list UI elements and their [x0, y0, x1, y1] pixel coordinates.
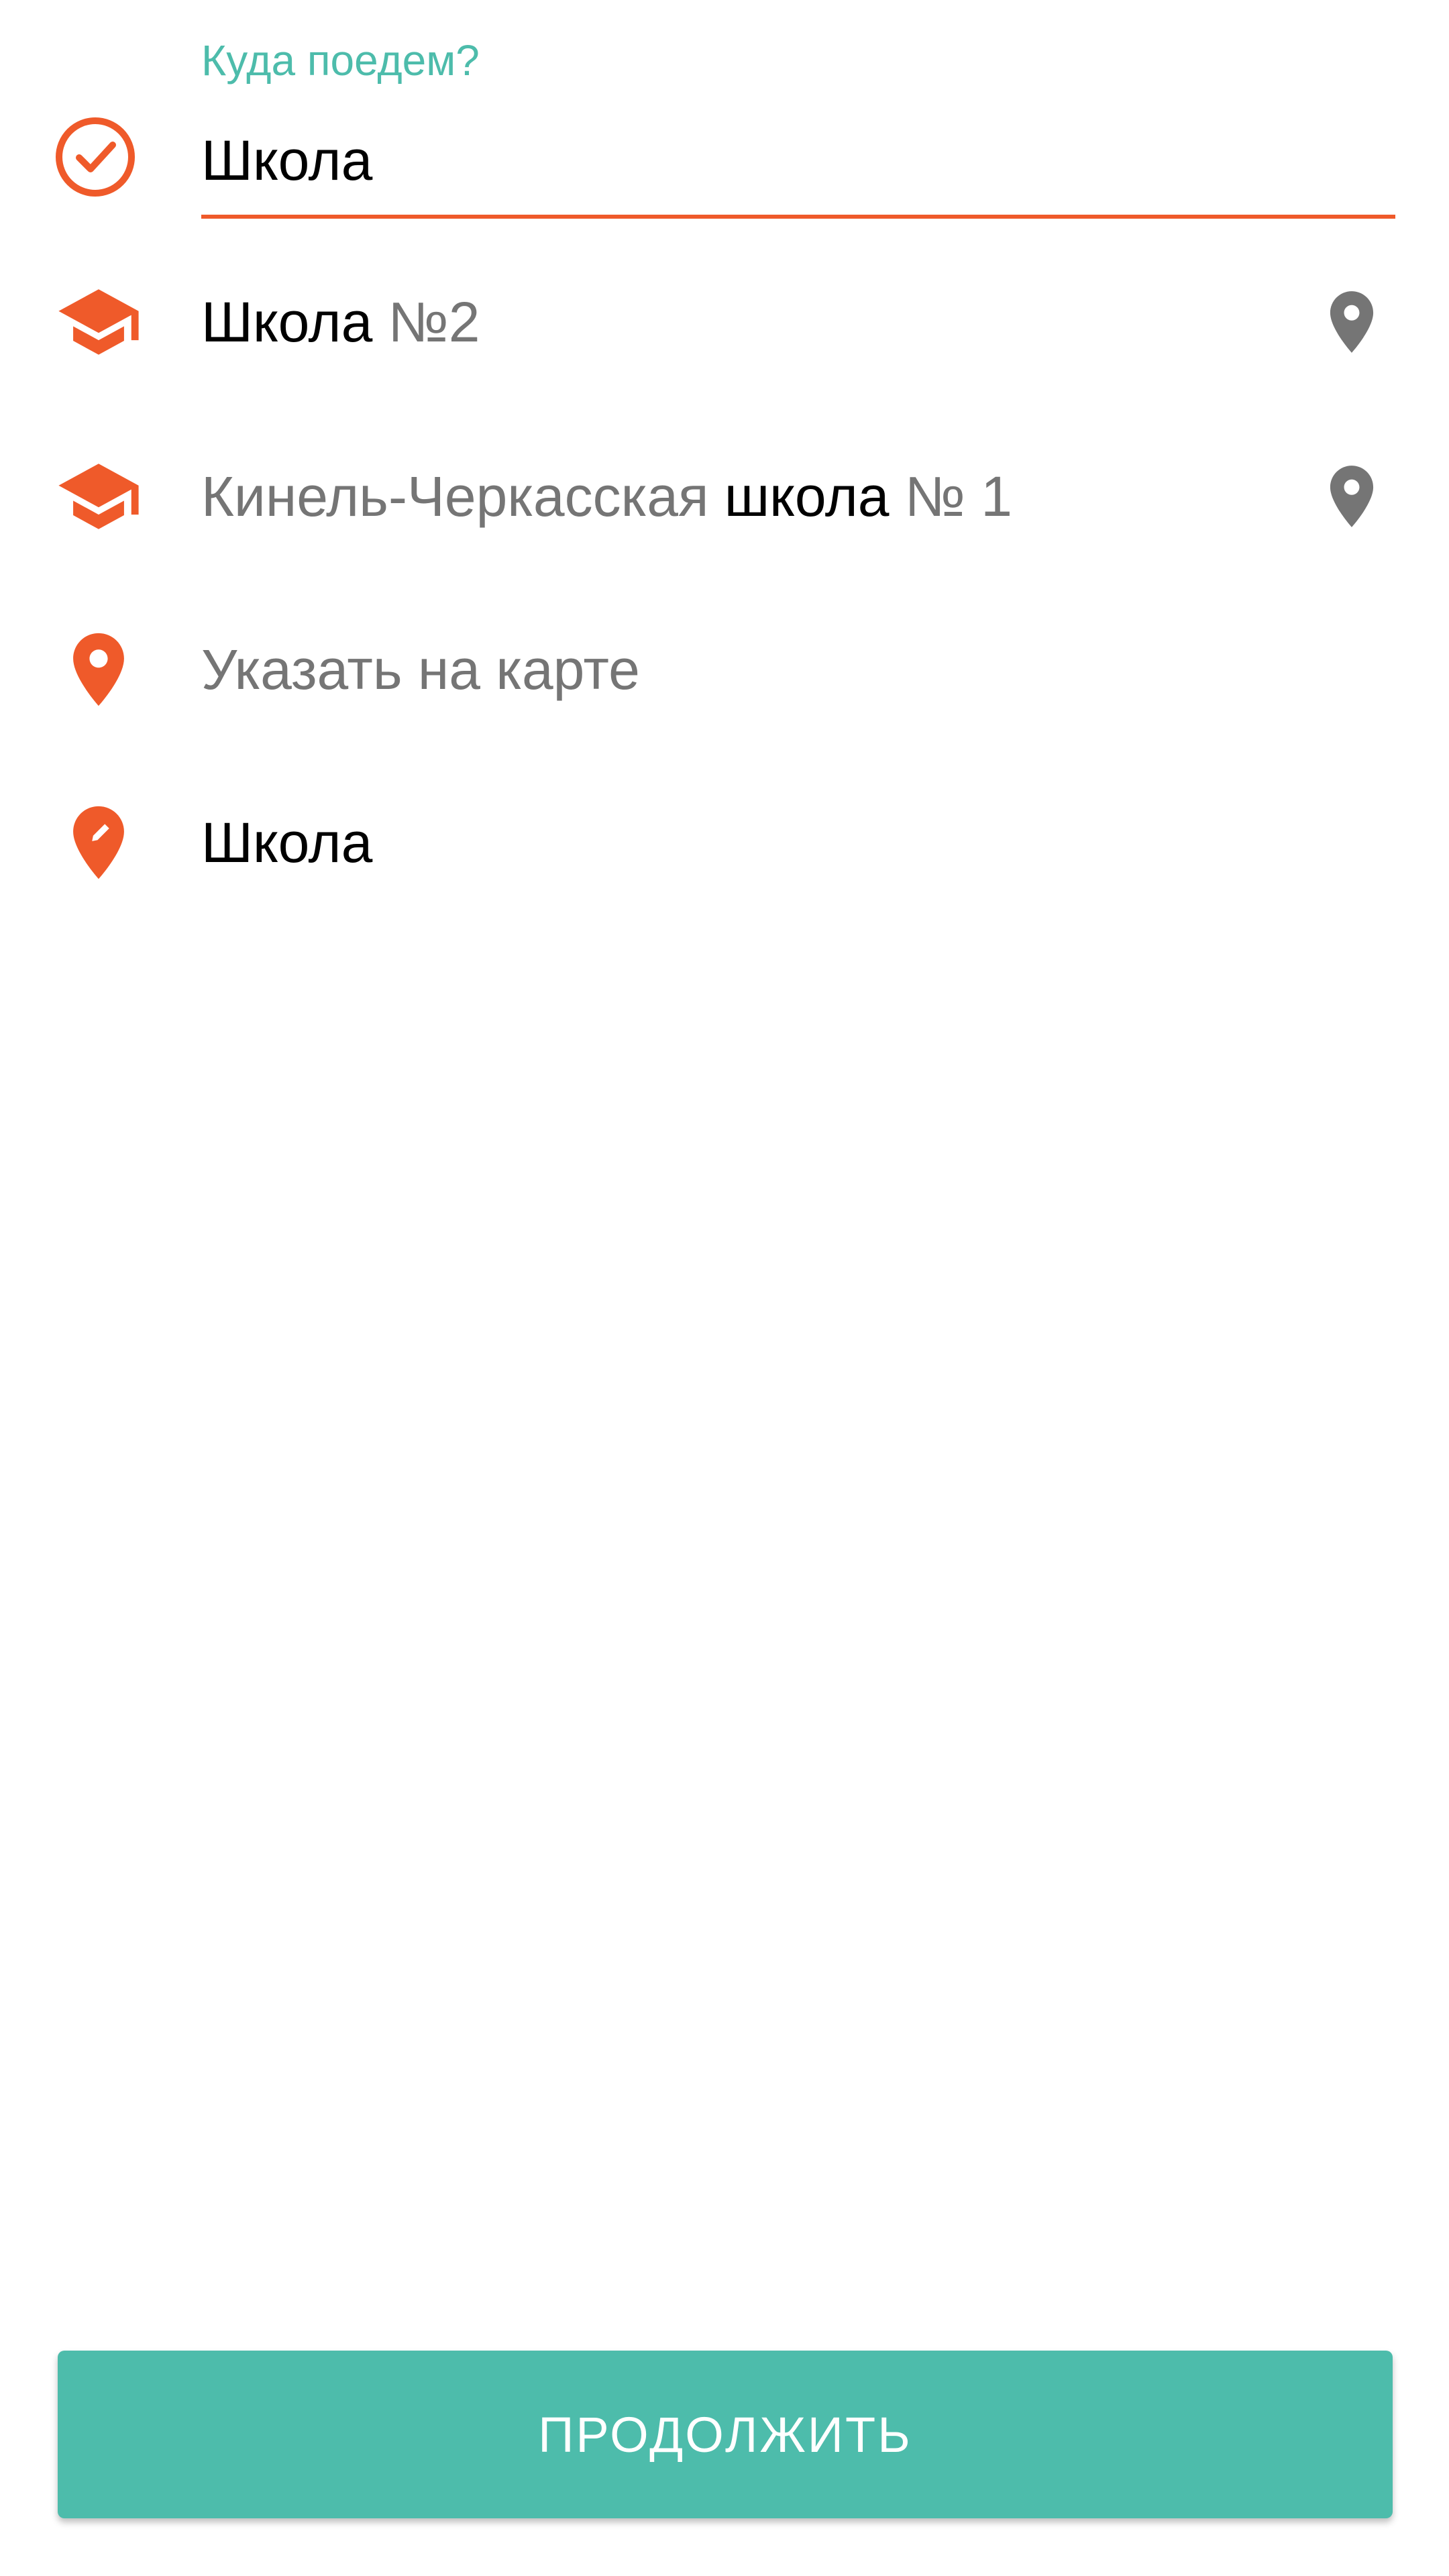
destination-input[interactable]: Школа [201, 123, 372, 197]
suggestion-label: Кинель-Черкасская школа № 1 [201, 460, 1012, 533]
suggestion-match: школа [724, 465, 890, 528]
destination-input-underline [201, 215, 1395, 219]
pick-on-map-item[interactable]: Указать на карте [0, 602, 1449, 737]
custom-address-label: Школа [201, 811, 373, 874]
map-pin-icon[interactable] [1315, 285, 1389, 359]
suggestion-prefix: Кинель-Черкасская [201, 465, 724, 528]
suggestion-label: Школа №2 [201, 285, 480, 359]
suggestion-rest: №2 [372, 290, 480, 354]
custom-address-item[interactable]: Школа [0, 775, 1449, 910]
graduation-cap-icon [58, 289, 139, 355]
pick-on-map-label: Указать на карте [201, 638, 640, 701]
continue-button[interactable]: ПРОДОЛЖИТЬ [58, 2351, 1393, 2518]
map-pin-icon[interactable] [1315, 460, 1389, 533]
destination-label: Куда поедем? [201, 36, 480, 85]
suggestion-match: Школа [201, 290, 373, 354]
suggestion-rest: № 1 [889, 465, 1012, 528]
check-circle-icon [56, 117, 135, 197]
suggestion-item-kinel-cherkassy-school-1[interactable]: Кинель-Черкасская школа № 1 [0, 429, 1449, 564]
graduation-cap-icon [58, 464, 139, 529]
map-pin-icon [73, 633, 124, 706]
suggestion-item-school-2[interactable]: Школа №2 [0, 255, 1449, 389]
pin-edit-icon [73, 806, 124, 879]
